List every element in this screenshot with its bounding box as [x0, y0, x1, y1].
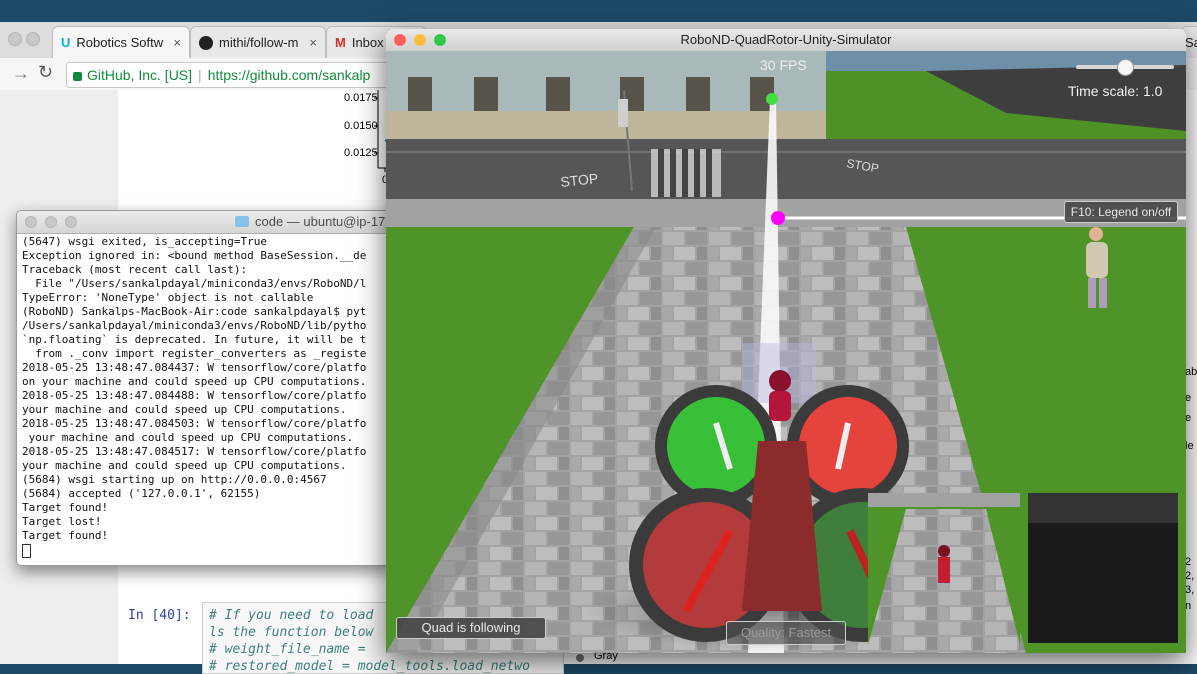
- terminal-line: TypeError: 'NoneType' object is not call…: [22, 291, 314, 304]
- simulator-close-button[interactable]: [394, 34, 406, 46]
- text-fragment: le: [1185, 440, 1194, 452]
- target-person: [769, 370, 791, 421]
- path-marker: [771, 211, 785, 225]
- simulator-window: RoboND-QuadRotor-Unity-Simulator STOP ST…: [386, 29, 1186, 653]
- terminal-line: (5684) wsgi starting up on http://0.0.0.…: [22, 473, 327, 486]
- simulator-maximize-button[interactable]: [434, 34, 446, 46]
- camera-inset-rgb: [868, 493, 1020, 645]
- terminal-line: 2018-05-25 13:48:47.084488: W tensorflow…: [22, 389, 367, 402]
- udacity-icon: U: [61, 35, 71, 50]
- terminal-line: Target found!: [22, 529, 109, 542]
- simulator-minimize-button[interactable]: [414, 34, 426, 46]
- tab-robotics-software[interactable]: U Robotics Softw ×: [52, 26, 190, 58]
- tab-label: Robotics Softw: [76, 35, 164, 50]
- terminal-line: your machine and could speed up CPU comp…: [22, 403, 347, 416]
- terminal-cursor: [22, 544, 31, 558]
- quality-button[interactable]: Quality: Fastest: [726, 621, 846, 645]
- close-tab-icon[interactable]: ×: [173, 35, 181, 50]
- tab-label: Sa: [1185, 35, 1197, 50]
- terminal-output[interactable]: (5647) wsgi exited, is_accepting=True Exc…: [22, 235, 391, 558]
- terminal-titlebar: code — ubuntu@ip-17: [17, 211, 391, 234]
- scene-render: STOP STOP: [386, 51, 1186, 653]
- terminal-line: (5647) wsgi exited, is_accepting=True: [22, 235, 268, 248]
- simulator-viewport[interactable]: STOP STOP 30 FPS Time scale: 1.0 F10: Le…: [386, 51, 1186, 653]
- terminal-line: on your machine and could speed up CPU c…: [22, 375, 367, 388]
- legend-dot-icon: [576, 654, 584, 662]
- terminal-line: 2018-05-25 13:48:47.084517: W tensorflow…: [22, 445, 367, 458]
- url-field[interactable]: GitHub, Inc. [US] | https://github.com/san…: [66, 62, 398, 88]
- terminal-line: from ._conv import register_converters a…: [22, 347, 367, 360]
- terminal-line: your machine and could speed up CPU comp…: [22, 459, 347, 472]
- back-arrow-icon[interactable]: →: [12, 63, 30, 84]
- tab-follow-me[interactable]: mithi/follow-m ×: [190, 26, 326, 58]
- terminal-line: (RoboND) Sankalps-MacBook-Air:code sanka…: [22, 305, 367, 318]
- terminal-line: File "/Users/sankalpdayal/miniconda3/env…: [22, 277, 367, 290]
- secure-label: GitHub, Inc. [US]: [87, 67, 193, 83]
- terminal-minimize-button[interactable]: [45, 216, 57, 228]
- camera-inset-depth: [1028, 493, 1178, 643]
- ytick-label: 0.0150: [344, 120, 378, 132]
- terminal-line: your machine and could speed up CPU comp…: [22, 431, 354, 444]
- window-close-button[interactable]: [8, 32, 22, 46]
- terminal-maximize-button[interactable]: [65, 216, 77, 228]
- street-sign: [618, 99, 628, 127]
- github-icon: [199, 35, 213, 50]
- time-scale-slider[interactable]: [1076, 59, 1174, 76]
- terminal-line: (5684) accepted ('127.0.0.1', 62155): [22, 487, 261, 500]
- terminal-line: `np.floating` is deprecated. In future, …: [22, 333, 367, 346]
- simulator-titlebar: RoboND-QuadRotor-Unity-Simulator: [386, 29, 1186, 51]
- text-fragment: 2,: [1185, 570, 1195, 582]
- terminal-close-button[interactable]: [25, 216, 37, 228]
- time-scale-label: Time scale: 1.0: [1068, 83, 1163, 99]
- terminal-line: Traceback (most recent call last):: [22, 263, 248, 276]
- target-marker: [766, 93, 778, 105]
- lock-icon: [73, 71, 82, 81]
- window-minimize-button[interactable]: [26, 32, 40, 46]
- quad-status-button[interactable]: Quad is following: [396, 617, 546, 639]
- terminal-line: 2018-05-25 13:48:47.084437: W tensorflow…: [22, 361, 367, 374]
- terminal-line: Exception ignored in: <bound method Base…: [22, 249, 367, 262]
- terminal-line: /Users/sankalpdayal/miniconda3/envs/Robo…: [22, 319, 367, 332]
- terminal-line: Target found!: [22, 501, 109, 514]
- fps-counter: 30 FPS: [760, 57, 807, 73]
- folder-icon: [235, 216, 249, 227]
- text-fragment: ab: [1185, 366, 1197, 378]
- reload-icon[interactable]: ↻: [38, 62, 53, 83]
- terminal-window: code — ubuntu@ip-17 (5647) wsgi exited, …: [16, 210, 392, 566]
- time-scale-slider-thumb[interactable]: [1117, 59, 1134, 76]
- code-line: # restored_model = model_tools.load_netw…: [209, 659, 530, 674]
- url-text: https://github.com/sankalp: [207, 67, 371, 83]
- text-fragment: 3,: [1185, 584, 1195, 596]
- terminal-line: 2018-05-25 13:48:47.084503: W tensorflow…: [22, 417, 367, 430]
- simulator-title: RoboND-QuadRotor-Unity-Simulator: [680, 32, 892, 47]
- ytick-label: 0.0125: [344, 147, 378, 159]
- terminal-line: Target lost!: [22, 515, 102, 528]
- cell-prompt: In [40]:: [128, 608, 191, 623]
- terminal-title: code — ubuntu@ip-17: [255, 214, 386, 229]
- ytick-label: 0.0175: [344, 92, 378, 104]
- tab-label: Inbox: [351, 35, 384, 50]
- close-tab-icon[interactable]: ×: [309, 35, 317, 50]
- road: [386, 139, 1186, 199]
- legend-toggle-button[interactable]: F10: Legend on/off: [1064, 201, 1178, 223]
- tab-label: mithi/follow-m: [219, 35, 299, 50]
- gmail-icon: M: [335, 35, 346, 50]
